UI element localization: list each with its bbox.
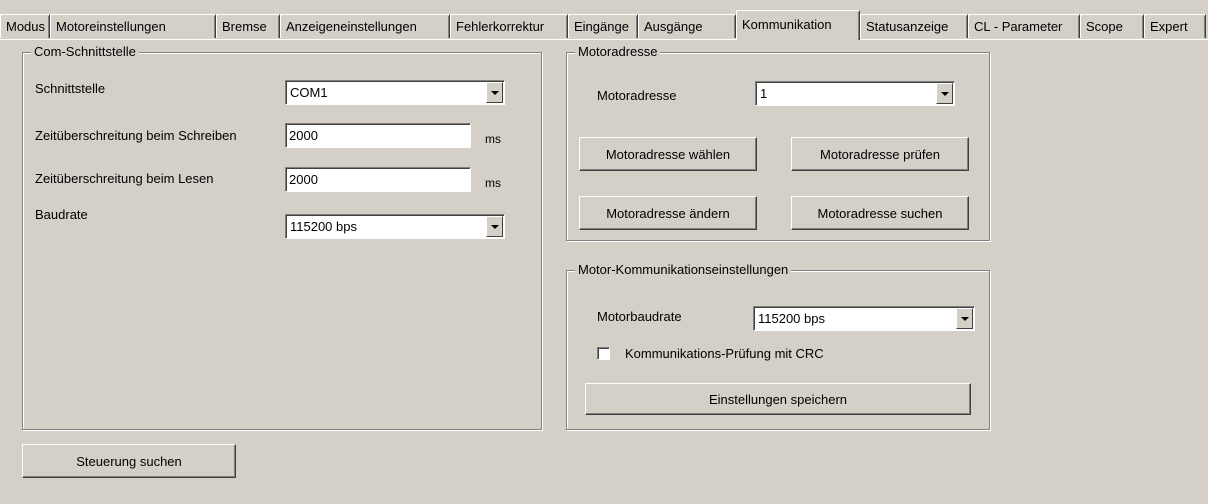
interface-select[interactable]: COM1 (285, 80, 505, 105)
interface-select-value: COM1 (290, 85, 328, 100)
motor-comm-group: Motor-Kommunikationseinstellungen Motorb… (566, 262, 990, 430)
motor-baudrate-select-value: 115200 bps (758, 311, 825, 326)
chevron-down-icon[interactable] (936, 83, 953, 104)
tab-cl-parameter[interactable]: CL - Parameter (968, 14, 1080, 38)
save-settings-button[interactable]: Einstellungen speichern (585, 383, 971, 415)
crc-checkbox[interactable] (597, 347, 610, 360)
com-interface-group-title: Com-Schnittstelle (31, 44, 139, 60)
chevron-down-icon[interactable] (486, 216, 503, 237)
tab-eingaenge[interactable]: Eingänge (568, 14, 638, 38)
write-timeout-input[interactable] (286, 124, 470, 147)
baudrate-select[interactable]: 115200 bps (285, 214, 505, 239)
read-timeout-label: Zeitüberschreitung beim Lesen (35, 171, 214, 186)
tab-modus[interactable]: Modus (0, 14, 50, 38)
tab-bremse[interactable]: Bremse (216, 14, 280, 38)
chevron-down-icon[interactable] (956, 308, 973, 329)
chevron-down-icon[interactable] (486, 82, 503, 103)
motor-address-select-button[interactable]: Motoradresse wählen (579, 137, 757, 171)
tab-expert[interactable]: Expert (1144, 14, 1206, 38)
motor-address-search-button[interactable]: Motoradresse suchen (791, 196, 969, 230)
tab-motoreinstellungen[interactable]: Motoreinstellungen (50, 14, 216, 38)
motor-address-group-title: Motoradresse (575, 44, 661, 60)
motor-baudrate-label: Motorbaudrate (597, 309, 682, 324)
write-timeout-unit: ms (485, 132, 501, 146)
tab-anzeigeneinstellungen[interactable]: Anzeigeneinstellungen (280, 14, 450, 38)
tab-statusanzeige[interactable]: Statusanzeige (860, 14, 968, 38)
tab-bar: Modus Motoreinstellungen Bremse Anzeigen… (0, 6, 1208, 40)
tab-ausgaenge[interactable]: Ausgänge (638, 14, 736, 38)
tab-fehlerkorrektur[interactable]: Fehlerkorrektur (450, 14, 568, 38)
motor-address-check-button[interactable]: Motoradresse prüfen (791, 137, 969, 171)
motor-address-select[interactable]: 1 (755, 81, 955, 106)
search-controller-button[interactable]: Steuerung suchen (22, 444, 236, 478)
motor-comm-group-title: Motor-Kommunikationseinstellungen (575, 262, 792, 278)
read-timeout-input[interactable] (286, 168, 470, 191)
write-timeout-field[interactable] (285, 123, 471, 148)
crc-checkbox-label: Kommunikations-Prüfung mit CRC (625, 346, 824, 361)
tab-bar-divider (0, 39, 1208, 40)
tab-kommunikation[interactable]: Kommunikation (736, 10, 860, 40)
motor-address-change-button[interactable]: Motoradresse ändern (579, 196, 757, 230)
read-timeout-field[interactable] (285, 167, 471, 192)
baudrate-label: Baudrate (35, 207, 88, 222)
write-timeout-label: Zeitüberschreitung beim Schreiben (35, 128, 237, 143)
motor-address-group: Motoradresse Motoradresse 1 Motoradresse… (566, 44, 990, 241)
motor-address-select-value: 1 (760, 86, 768, 101)
motor-address-label: Motoradresse (597, 88, 677, 103)
read-timeout-unit: ms (485, 176, 501, 190)
interface-label: Schnittstelle (35, 81, 106, 96)
baudrate-select-value: 115200 bps (290, 219, 357, 234)
tab-scope[interactable]: Scope (1080, 14, 1144, 38)
com-interface-group: Com-Schnittstelle Schnittstelle COM1 Zei… (22, 44, 542, 430)
motor-baudrate-select[interactable]: 115200 bps (753, 306, 975, 331)
